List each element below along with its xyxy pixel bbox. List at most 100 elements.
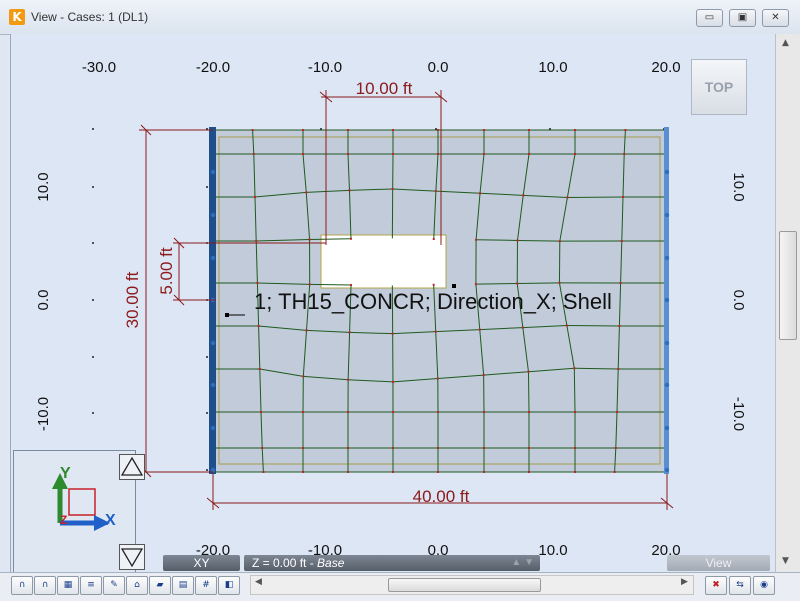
midpoint-snap-icon[interactable]: ∩: [34, 576, 56, 595]
mesh-node: [528, 447, 530, 449]
horizontal-scroll-thumb[interactable]: [388, 578, 541, 592]
ruler-label-right: 10.0: [730, 172, 747, 201]
mesh-node: [615, 447, 617, 449]
mesh-node: [574, 447, 576, 449]
mesh-node: [347, 129, 349, 131]
ruler-label-right: -10.0: [730, 397, 747, 431]
mesh-node: [347, 447, 349, 449]
mesh-node: [566, 325, 568, 327]
mesh-node: [483, 447, 485, 449]
mesh-node: [302, 153, 304, 155]
mesh-node: [623, 153, 625, 155]
grid-dot: [92, 186, 94, 188]
z-axis-label: Z: [60, 513, 67, 527]
ruler-label-right: 0.0: [730, 290, 747, 311]
ruler-label-left: -10.0: [35, 397, 52, 431]
triad-up-button[interactable]: [119, 454, 145, 480]
ruler-label-top: 0.0: [428, 59, 449, 76]
mesh-node: [437, 411, 439, 413]
numbering-icon[interactable]: #: [195, 576, 217, 595]
mesh-node: [392, 471, 394, 473]
level-indicator[interactable]: Z = 0.00 ft - Base ▲ ▼: [244, 555, 540, 571]
bottom-toolbar: ∩ ∩ ▦ ≡ ✎ ⌂ ▰ ▤ # ◧ ◀ ▶ ✖ ⇆ ◉: [0, 572, 800, 601]
display-icon[interactable]: ◧: [218, 576, 240, 595]
scroll-left-icon[interactable]: ◀: [255, 577, 262, 587]
mesh-node: [348, 189, 350, 191]
work-plane-indicator[interactable]: XY: [163, 555, 240, 571]
link-icon[interactable]: ⇆: [729, 576, 751, 595]
mesh-node: [479, 329, 481, 331]
x-axis-label: X: [105, 512, 116, 529]
support-node: [211, 383, 215, 387]
scroll-down-icon[interactable]: ▼: [782, 556, 789, 566]
mesh-node: [516, 283, 518, 285]
mesh-node: [624, 129, 626, 131]
support-node: [665, 256, 669, 260]
support-node: [211, 341, 215, 345]
level-stepper-icon[interactable]: ▲ ▼: [511, 555, 534, 571]
table-icon[interactable]: ▤: [172, 576, 194, 595]
close-button[interactable]: ✕: [762, 9, 789, 27]
mesh-node: [260, 411, 262, 413]
support-node: [211, 213, 215, 217]
horizontal-scrollbar[interactable]: ◀ ▶: [250, 575, 694, 595]
support-node: [211, 256, 215, 260]
triad-down-button[interactable]: [119, 544, 145, 570]
label-anchor: [225, 313, 229, 317]
mesh-node: [392, 153, 394, 155]
view-cube-top[interactable]: TOP: [691, 59, 747, 115]
mesh-node: [437, 447, 439, 449]
scroll-right-icon[interactable]: ▶: [681, 577, 688, 587]
node-snap-icon[interactable]: ∩: [11, 576, 33, 595]
axis-plane-square: [69, 489, 95, 515]
mesh-node: [306, 329, 308, 331]
mesh-node: [516, 239, 518, 241]
mesh-node: [559, 240, 561, 242]
mesh-node: [254, 196, 256, 198]
mesh-node: [574, 129, 576, 131]
plane-icon[interactable]: ⌂: [126, 576, 148, 595]
pencil-icon[interactable]: ✎: [103, 576, 125, 595]
support-node: [665, 170, 669, 174]
vertical-scroll-thumb[interactable]: [779, 231, 797, 340]
mesh-line: [528, 372, 529, 412]
mesh-node: [437, 129, 439, 131]
level-value: Z = 0.00 ft -: [252, 556, 317, 570]
support-node: [665, 341, 669, 345]
shell-icon[interactable]: ▰: [149, 576, 171, 595]
slab-opening: [326, 243, 441, 283]
ruler-label-left: 0.0: [35, 290, 52, 311]
mesh-node: [528, 411, 530, 413]
mesh-node: [302, 471, 304, 473]
mesh-node: [258, 325, 260, 327]
remove-selection-icon[interactable]: ✖: [705, 576, 727, 595]
scroll-up-icon[interactable]: ▲: [782, 38, 789, 48]
view-selector[interactable]: View: [667, 555, 770, 571]
mesh-line: [476, 240, 517, 241]
mesh-node: [392, 411, 394, 413]
vertical-scrollbar[interactable]: ▲ ▼: [775, 34, 800, 572]
grid-dot: [206, 412, 208, 414]
mesh-node: [522, 327, 524, 329]
ruler-label-top: -30.0: [82, 59, 116, 76]
mesh-node: [392, 381, 394, 383]
grid-snap-icon[interactable]: ▦: [57, 576, 79, 595]
mesh-node: [479, 192, 481, 194]
mesh-node: [309, 238, 311, 240]
mesh-node: [437, 378, 439, 380]
layers-icon[interactable]: ≡: [80, 576, 102, 595]
dimension-opening-height: 5.00 ft: [157, 247, 176, 295]
mesh-node: [527, 371, 529, 373]
mesh-node: [528, 471, 530, 473]
restore-button[interactable]: ▣: [729, 9, 756, 27]
ruler-label-top: 20.0: [651, 59, 680, 76]
mesh-node: [437, 153, 439, 155]
support-node: [665, 213, 669, 217]
support-node: [665, 468, 669, 472]
eye-icon[interactable]: ◉: [753, 576, 775, 595]
mesh-node: [392, 447, 394, 449]
grid-dot: [206, 186, 208, 188]
axis-triad-graphic: Y X Z: [14, 451, 135, 572]
minimize-button[interactable]: ▭: [696, 9, 723, 27]
mesh-node: [435, 331, 437, 333]
